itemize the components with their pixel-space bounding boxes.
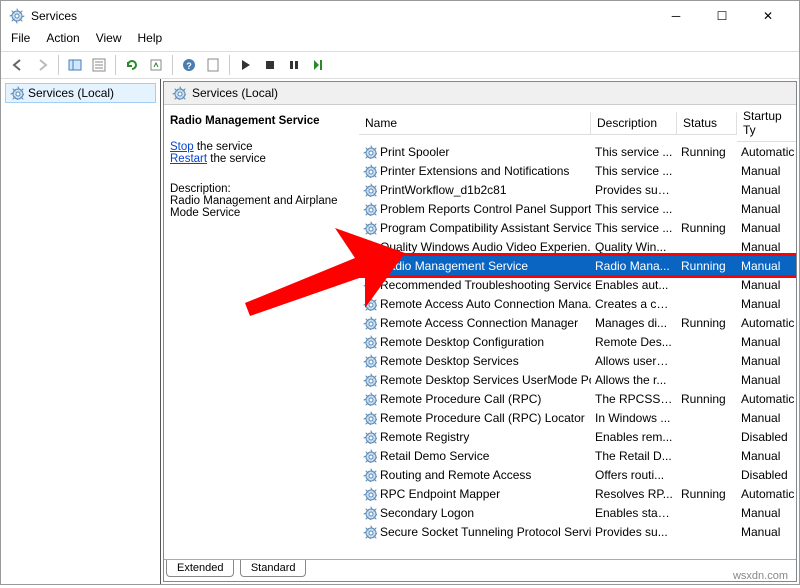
table-row[interactable]: Remote Procedure Call (RPC) LocatorIn Wi…	[359, 408, 796, 427]
table-row[interactable]: Program Compatibility Assistant ServiceT…	[359, 218, 796, 237]
selected-service-title: Radio Management Service	[170, 115, 349, 127]
gear-icon	[363, 373, 377, 387]
gear-icon	[363, 354, 377, 368]
table-row[interactable]: Secure Socket Tunneling Protocol Service…	[359, 522, 796, 541]
list-rows[interactable]: Print SpoolerThis service ...RunningAuto…	[359, 142, 796, 541]
pause-service-button[interactable]	[283, 54, 305, 76]
menu-action[interactable]: Action	[46, 31, 79, 51]
gear-icon	[363, 449, 377, 463]
col-description[interactable]: Description	[591, 112, 677, 135]
column-headers[interactable]: Name Description Status Startup Ty	[359, 105, 796, 142]
show-hide-tree-button[interactable]	[64, 54, 86, 76]
table-row[interactable]: Remote RegistryEnables rem...Disabled	[359, 427, 796, 446]
table-row[interactable]: Secondary LogonEnables start...Manual	[359, 503, 796, 522]
table-row[interactable]: Printer Extensions and NotificationsThis…	[359, 161, 796, 180]
table-row[interactable]: Remote Desktop ServicesAllows users ...M…	[359, 351, 796, 370]
table-row[interactable]: Recommended Troubleshooting ServiceEnabl…	[359, 275, 796, 294]
table-row[interactable]: Remote Desktop ConfigurationRemote Des..…	[359, 332, 796, 351]
restart-link[interactable]: Restart	[170, 153, 207, 165]
col-status[interactable]: Status	[677, 112, 737, 135]
description-text: Radio Management and Airplane Mode Servi…	[170, 195, 349, 219]
service-list[interactable]: Name Description Status Startup Ty Print…	[359, 105, 796, 559]
menu-help[interactable]: Help	[138, 31, 163, 51]
start-service-button[interactable]	[235, 54, 257, 76]
gear-icon	[172, 86, 186, 100]
table-row[interactable]: Remote Access Auto Connection Mana...Cre…	[359, 294, 796, 313]
detail-pane: Services (Local) Radio Management Servic…	[163, 81, 797, 582]
stop-link[interactable]: Stop	[170, 141, 194, 153]
help-button[interactable]: ?	[178, 54, 200, 76]
table-row[interactable]: RPC Endpoint MapperResolves RP...Running…	[359, 484, 796, 503]
properties2-button[interactable]	[202, 54, 224, 76]
gear-icon	[363, 392, 377, 406]
table-row[interactable]: Remote Desktop Services UserMode Po...Al…	[359, 370, 796, 389]
gear-icon	[363, 145, 377, 159]
stop-service-button[interactable]	[259, 54, 281, 76]
gear-icon	[363, 525, 377, 539]
refresh-button[interactable]	[121, 54, 143, 76]
titlebar[interactable]: Services ─ ☐ ✕	[1, 1, 799, 31]
table-row[interactable]: Radio Management ServiceRadio Mana...Run…	[359, 256, 796, 275]
gear-icon	[363, 335, 377, 349]
menubar: File Action View Help	[1, 31, 799, 51]
tab-extended[interactable]: Extended	[166, 560, 234, 577]
restart-service-button[interactable]	[307, 54, 329, 76]
tree-pane[interactable]: Services (Local)	[1, 79, 161, 584]
window-title: Services	[31, 9, 653, 23]
gear-icon	[363, 316, 377, 330]
svg-text:?: ?	[186, 61, 192, 71]
table-row[interactable]: Print SpoolerThis service ...RunningAuto…	[359, 142, 796, 161]
col-startup[interactable]: Startup Ty	[737, 105, 796, 142]
table-row[interactable]: Remote Access Connection ManagerManages …	[359, 313, 796, 332]
app-icon	[9, 8, 25, 24]
tree-services-local[interactable]: Services (Local)	[5, 83, 156, 103]
minimize-button[interactable]: ─	[653, 1, 699, 31]
export-button[interactable]	[145, 54, 167, 76]
gear-icon	[363, 164, 377, 178]
watermark: wsxdn.com	[733, 570, 788, 582]
detail-header: Services (Local)	[164, 82, 796, 105]
gear-icon	[363, 411, 377, 425]
menu-file[interactable]: File	[11, 31, 30, 51]
close-button[interactable]: ✕	[745, 1, 791, 31]
view-tabs: Extended Standard	[164, 559, 796, 581]
gear-icon	[363, 278, 377, 292]
toolbar: ?	[1, 51, 799, 79]
forward-button[interactable]	[31, 54, 53, 76]
gear-icon	[363, 221, 377, 235]
gear-icon	[363, 240, 377, 254]
gear-icon	[363, 297, 377, 311]
gear-icon	[363, 468, 377, 482]
col-name[interactable]: Name	[359, 112, 591, 135]
maximize-button[interactable]: ☐	[699, 1, 745, 31]
table-row[interactable]: Routing and Remote AccessOffers routi...…	[359, 465, 796, 484]
back-button[interactable]	[7, 54, 29, 76]
table-row[interactable]: PrintWorkflow_d1b2c81Provides sup...Manu…	[359, 180, 796, 199]
gear-icon	[363, 259, 377, 273]
tab-standard[interactable]: Standard	[240, 560, 307, 577]
table-row[interactable]: Remote Procedure Call (RPC)The RPCSS s..…	[359, 389, 796, 408]
gear-icon	[363, 506, 377, 520]
table-row[interactable]: Problem Reports Control Panel SupportThi…	[359, 199, 796, 218]
menu-view[interactable]: View	[96, 31, 122, 51]
gear-icon	[10, 86, 24, 100]
info-panel: Radio Management Service Stop the servic…	[164, 105, 359, 559]
table-row[interactable]: Quality Windows Audio Video Experien...Q…	[359, 237, 796, 256]
table-row[interactable]: Retail Demo ServiceThe Retail D...Manual	[359, 446, 796, 465]
properties-button[interactable]	[88, 54, 110, 76]
description-label: Description:	[170, 183, 349, 195]
gear-icon	[363, 430, 377, 444]
gear-icon	[363, 487, 377, 501]
gear-icon	[363, 202, 377, 216]
content-area: Services (Local) Services (Local) Radio …	[1, 79, 799, 584]
gear-icon	[363, 183, 377, 197]
services-window: Services ─ ☐ ✕ File Action View Help ? S…	[0, 0, 800, 585]
